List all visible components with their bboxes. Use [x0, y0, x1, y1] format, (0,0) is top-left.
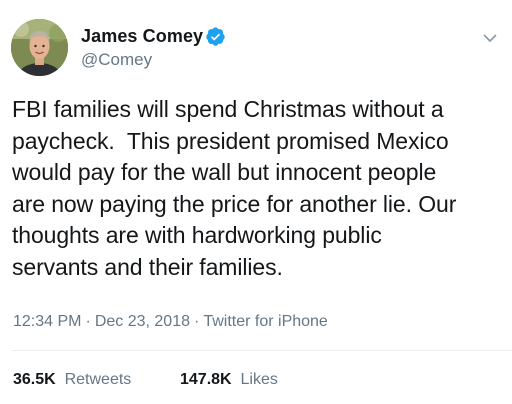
tweet-date[interactable]: Dec 23, 2018: [95, 313, 190, 330]
meta-separator: ·: [194, 313, 200, 330]
retweets-label: Retweets: [64, 371, 132, 388]
user-handle[interactable]: @Comey: [81, 50, 152, 70]
avatar-photo-icon: [11, 19, 68, 76]
display-name[interactable]: James Comey: [81, 26, 203, 47]
tweet-source[interactable]: Twitter for iPhone: [203, 313, 328, 330]
likes-count: 147.8K: [180, 371, 232, 388]
meta-separator: ·: [85, 313, 91, 330]
retweets-stat[interactable]: 36.5K Retweets: [13, 371, 131, 389]
verified-badge-icon: [206, 27, 225, 46]
chevron-down-icon[interactable]: [482, 30, 498, 46]
retweets-count: 36.5K: [13, 371, 56, 388]
divider: [12, 350, 512, 351]
avatar[interactable]: [11, 19, 68, 76]
tweet-time[interactable]: 12:34 PM: [13, 313, 81, 330]
tweet-card: James Comey @Comey FBI families will spe…: [0, 0, 512, 404]
likes-label: Likes: [240, 371, 278, 388]
likes-stat[interactable]: 147.8K Likes: [180, 371, 278, 389]
tweet-text: FBI families will spend Christmas withou…: [12, 96, 457, 280]
tweet-metadata: 12:34 PM · Dec 23, 2018 · Twitter for iPhone: [13, 313, 328, 331]
